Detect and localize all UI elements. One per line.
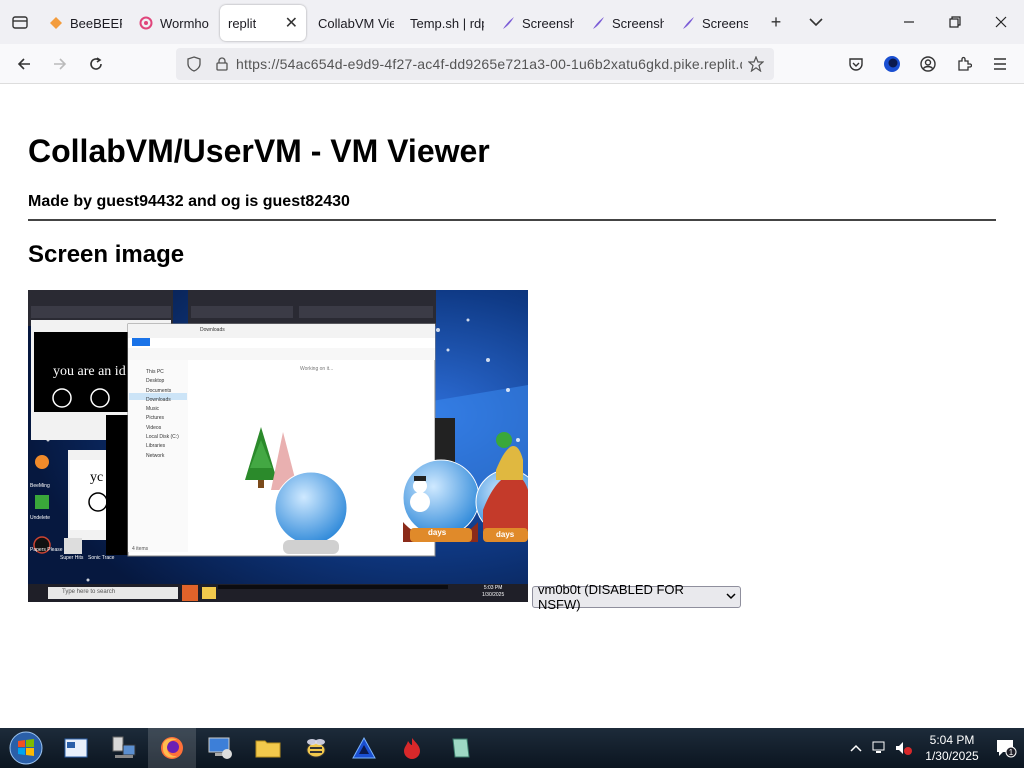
- firefox-view-icon[interactable]: [0, 0, 40, 44]
- notification-count: 1: [1009, 748, 1014, 757]
- tab-temp-sh[interactable]: Temp.sh | rdp: [402, 5, 492, 41]
- tab-screenshot-2[interactable]: Screensh: [582, 5, 672, 41]
- feather-icon: [500, 15, 516, 31]
- vm-clock: 5:03 PM 1/30/2025: [482, 585, 505, 598]
- taskbar-remote-desktop-icon[interactable]: [196, 728, 244, 768]
- taskbar-network-icon[interactable]: [100, 728, 148, 768]
- action-center-icon[interactable]: 1: [988, 738, 1024, 758]
- vm-idiot-text-2: yc: [90, 470, 104, 485]
- volume-muted-icon[interactable]: [892, 741, 916, 755]
- vm-globe-label-1: days: [428, 528, 447, 537]
- list-all-tabs-icon[interactable]: [796, 0, 836, 44]
- horizontal-rule: [28, 219, 996, 221]
- pocket-icon[interactable]: [838, 46, 874, 82]
- vm-desktop-icon-labels: BeeMing Undelete Papers Please: [30, 483, 63, 553]
- vm-globe-label-2: days: [496, 530, 515, 539]
- vm-desktop-icon-label: Super Hits: [60, 555, 84, 561]
- vm-search-box: Type here to search: [62, 589, 116, 595]
- minimize-icon[interactable]: [886, 0, 932, 44]
- extension-blue-globe-icon[interactable]: [874, 46, 910, 82]
- page-title: CollabVM/UserVM - VM Viewer: [28, 133, 490, 169]
- close-window-icon[interactable]: [978, 0, 1024, 44]
- windows-taskbar: 5:04 PM 1/30/2025 1: [0, 728, 1024, 768]
- taskbar-fire-app-icon[interactable]: [388, 728, 436, 768]
- vm-explorer-breadcrumb: Downloads: [200, 327, 225, 333]
- show-hidden-icons-icon[interactable]: [844, 744, 868, 752]
- network-tray-icon[interactable]: [868, 741, 892, 755]
- tab-collabvm[interactable]: CollabVM Vie: [310, 5, 402, 41]
- vm-select-dropdown[interactable]: vm0b0t (DISABLED FOR NSFW): [532, 582, 741, 612]
- bookmark-star-icon[interactable]: [742, 56, 770, 72]
- tab-replit[interactable]: replit ✕: [220, 5, 306, 41]
- start-button[interactable]: [0, 728, 52, 768]
- lock-icon[interactable]: [208, 57, 236, 71]
- taskbar-app-icon[interactable]: [52, 728, 100, 768]
- wormhole-icon: [138, 15, 154, 31]
- browser-tab-strip: BeeBEEP Wormho replit ✕ CollabVM Vie Tem…: [0, 0, 1024, 44]
- tracking-protection-shield-icon[interactable]: [180, 56, 208, 72]
- credits-text: Made by guest94432 and og is guest82430: [28, 193, 350, 210]
- address-bar[interactable]: https://54ac654d-e9d9-4f27-ac4f-dd9265e7…: [176, 48, 774, 80]
- vm-explorer-loading: Working on it...: [300, 366, 334, 372]
- section-heading: Screen image: [28, 241, 185, 268]
- feather-icon: [680, 15, 696, 31]
- navigation-toolbar: https://54ac654d-e9d9-4f27-ac4f-dd9265e7…: [0, 44, 1024, 84]
- vm-explorer-nav: This PC Desktop Documents Downloads Musi…: [146, 369, 179, 459]
- vm-idiot-text: you are an id: [53, 364, 126, 379]
- beebeep-icon: [48, 15, 64, 31]
- new-tab-icon[interactable]: +: [756, 0, 796, 44]
- vm-desktop-icon-label: Sonic Trace: [88, 555, 115, 561]
- menu-hamburger-icon[interactable]: [982, 46, 1018, 82]
- chevron-down-icon: [726, 591, 736, 603]
- forward-icon[interactable]: [42, 48, 78, 80]
- vm-screen-image: you are an id yc Downloads Working on it…: [28, 290, 528, 602]
- page-content: CollabVM/UserVM - VM Viewer Made by gues…: [0, 85, 1024, 728]
- tab-screenshot-3[interactable]: Screensh: [672, 5, 756, 41]
- back-icon[interactable]: [6, 48, 42, 80]
- extensions-puzzle-icon[interactable]: [946, 46, 982, 82]
- feather-icon: [590, 15, 606, 31]
- taskbar-beebeep-icon[interactable]: [292, 728, 340, 768]
- vm-explorer-status: 4 items: [132, 546, 149, 552]
- tab-beebeep[interactable]: BeeBEEP: [40, 5, 130, 41]
- close-tab-icon[interactable]: ✕: [285, 13, 298, 33]
- url-text: https://54ac654d-e9d9-4f27-ac4f-dd9265e7…: [236, 56, 742, 72]
- system-clock[interactable]: 5:04 PM 1/30/2025: [916, 732, 988, 764]
- account-icon[interactable]: [910, 46, 946, 82]
- reload-icon[interactable]: [78, 48, 114, 80]
- tab-wormhole[interactable]: Wormho: [130, 5, 218, 41]
- restore-icon[interactable]: [932, 0, 978, 44]
- taskbar-firefox-icon[interactable]: [148, 728, 196, 768]
- taskbar-triangle-app-icon[interactable]: [340, 728, 388, 768]
- taskbar-folder-icon[interactable]: [244, 728, 292, 768]
- tab-screenshot-1[interactable]: Screensh: [492, 5, 582, 41]
- taskbar-notebook-icon[interactable]: [436, 728, 484, 768]
